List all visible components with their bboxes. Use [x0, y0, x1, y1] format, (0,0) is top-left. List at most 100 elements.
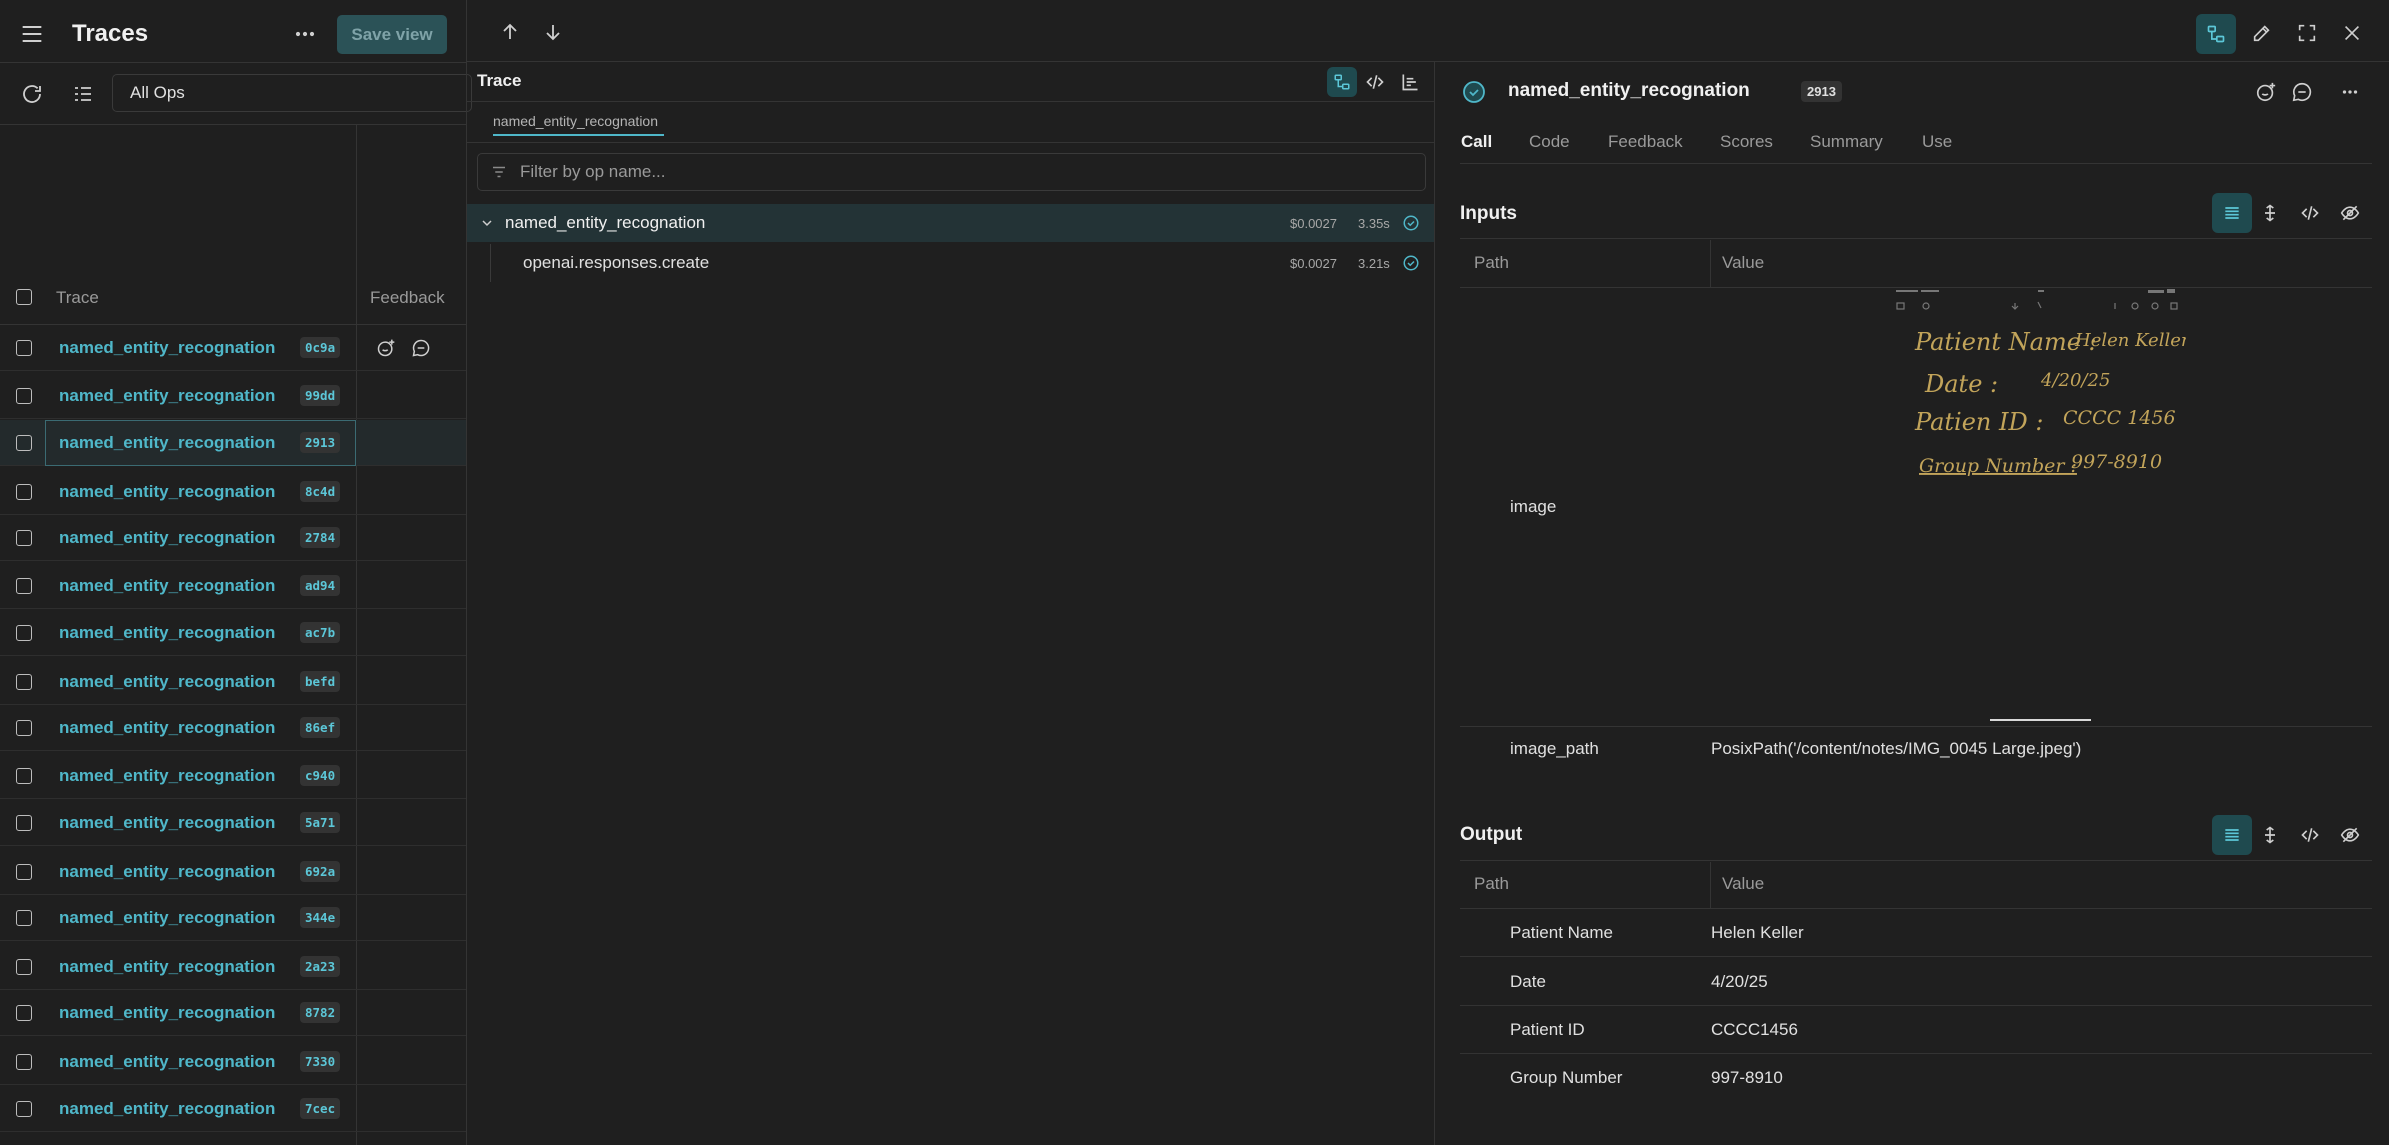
trace-name-link[interactable]: named_entity_recognation [59, 1052, 275, 1072]
more-options-icon[interactable] [2338, 81, 2362, 103]
trace-name-link[interactable]: named_entity_recognation [59, 386, 275, 406]
row-checkbox[interactable] [16, 434, 32, 451]
tab-feedback[interactable]: Feedback [1608, 132, 1683, 152]
tree-view-icon[interactable] [1327, 67, 1357, 97]
tab-use[interactable]: Use [1922, 132, 1952, 152]
columns-icon[interactable] [71, 82, 95, 106]
trace-id-badge: c940 [300, 765, 341, 786]
op-name-filter[interactable]: Filter by op name... [477, 153, 1426, 191]
tree-row-root[interactable]: named_entity_recognation $0.0027 3.35s [467, 204, 1435, 242]
trace-name-link[interactable]: named_entity_recognation [59, 718, 275, 738]
trace-name-link[interactable]: named_entity_recognation [59, 1099, 275, 1119]
row-checkbox[interactable] [16, 339, 32, 356]
table-row[interactable]: named_entity_recognation 2784 [0, 515, 466, 561]
table-row[interactable]: named_entity_recognation 2a23 [0, 944, 466, 990]
tab-scores[interactable]: Scores [1720, 132, 1773, 152]
table-row[interactable]: named_entity_recognation 7cec [0, 1086, 466, 1132]
row-checkbox[interactable] [16, 673, 32, 690]
hide-icon[interactable] [2340, 203, 2360, 223]
trace-name-link[interactable]: named_entity_recognation [59, 1003, 275, 1023]
table-row[interactable]: named_entity_recognation 344e [0, 895, 466, 941]
edit-icon[interactable] [2251, 22, 2273, 44]
row-checkbox[interactable] [16, 483, 32, 500]
tree-layout-icon[interactable] [2196, 14, 2236, 54]
trace-name-link[interactable]: named_entity_recognation [59, 482, 275, 502]
page-title: Traces [72, 20, 149, 47]
trace-name-link[interactable]: named_entity_recognation [59, 433, 275, 453]
output-row: Patient Name Helen Keller [1460, 909, 2372, 957]
close-icon[interactable] [2341, 22, 2363, 44]
save-view-button[interactable]: Save view [337, 15, 447, 54]
hw-line4-value: 997-8910 [2071, 451, 2162, 473]
list-view-icon[interactable] [2212, 815, 2252, 855]
trace-name-link[interactable]: named_entity_recognation [59, 672, 275, 692]
trace-name-link[interactable]: named_entity_recognation [59, 576, 275, 596]
trace-name-link[interactable]: named_entity_recognation [59, 908, 275, 928]
table-row[interactable]: named_entity_recognation 8782 [0, 990, 466, 1036]
row-checkbox[interactable] [16, 1100, 32, 1117]
add-reaction-icon[interactable] [376, 338, 396, 358]
trace-name-link[interactable]: named_entity_recognation [59, 766, 275, 786]
comment-icon[interactable] [2291, 81, 2313, 103]
trace-name-link[interactable]: named_entity_recognation [59, 338, 275, 358]
image-scroll-indicator[interactable] [1990, 719, 2091, 721]
add-score-icon[interactable] [2255, 81, 2277, 103]
comment-icon[interactable] [411, 338, 431, 358]
code-view-icon[interactable] [1365, 72, 1385, 92]
row-checkbox[interactable] [16, 719, 32, 736]
input-image[interactable]: Patient Name : Helen Keller Date : 4/20/… [1893, 288, 2186, 720]
timeline-view-icon[interactable] [1400, 72, 1420, 92]
fullscreen-icon[interactable] [2296, 22, 2318, 44]
tab-summary[interactable]: Summary [1810, 132, 1883, 152]
row-checkbox[interactable] [16, 863, 32, 880]
op-filter-select[interactable]: All Ops [112, 74, 472, 112]
feedback-column-header[interactable]: Feedback [370, 288, 445, 308]
table-row[interactable]: named_entity_recognation 5a71 [0, 800, 466, 846]
refresh-icon[interactable] [20, 82, 44, 106]
row-checkbox[interactable] [16, 1053, 32, 1070]
trace-name-link[interactable]: named_entity_recognation [59, 813, 275, 833]
table-row[interactable]: named_entity_recognation 99dd [0, 373, 466, 419]
row-checkbox[interactable] [16, 767, 32, 784]
code-icon[interactable] [2300, 203, 2320, 223]
chevron-down-icon[interactable] [479, 215, 495, 231]
more-options-icon[interactable] [290, 20, 320, 48]
row-checkbox[interactable] [16, 387, 32, 404]
row-checkbox[interactable] [16, 1004, 32, 1021]
table-row[interactable]: named_entity_recognation 0c9a [0, 325, 466, 371]
expand-icon[interactable] [2260, 825, 2280, 845]
list-view-icon[interactable] [2212, 193, 2252, 233]
row-checkbox[interactable] [16, 577, 32, 594]
breadcrumb[interactable]: named_entity_recognation [493, 113, 658, 129]
table-row[interactable]: named_entity_recognation befd [0, 659, 466, 705]
hide-icon[interactable] [2340, 825, 2360, 845]
row-checkbox[interactable] [16, 624, 32, 641]
table-row[interactable]: named_entity_recognation ad94 [0, 563, 466, 609]
row-checkbox[interactable] [16, 958, 32, 975]
table-row[interactable]: named_entity_recognation 8c4d [0, 469, 466, 515]
trace-column-header[interactable]: Trace [56, 288, 99, 308]
row-checkbox[interactable] [16, 909, 32, 926]
trace-name-link[interactable]: named_entity_recognation [59, 528, 275, 548]
trace-name-link[interactable]: named_entity_recognation [59, 623, 275, 643]
arrow-down-icon[interactable] [541, 20, 565, 44]
tab-code[interactable]: Code [1529, 132, 1570, 152]
table-row[interactable]: named_entity_recognation c940 [0, 753, 466, 799]
row-checkbox[interactable] [16, 529, 32, 546]
select-all-checkbox[interactable] [16, 289, 32, 305]
expand-icon[interactable] [2260, 203, 2280, 223]
trace-name-link[interactable]: named_entity_recognation [59, 862, 275, 882]
table-row[interactable]: named_entity_recognation 86ef [0, 705, 466, 751]
table-row[interactable]: named_entity_recognation 692a [0, 849, 466, 895]
code-icon[interactable] [2300, 825, 2320, 845]
menu-icon[interactable] [18, 20, 46, 48]
table-row[interactable]: named_entity_recognation 2913 [0, 420, 466, 466]
arrow-up-icon[interactable] [498, 20, 522, 44]
tab-call[interactable]: Call [1461, 132, 1492, 152]
op-name-filter-placeholder: Filter by op name... [520, 162, 666, 181]
table-row[interactable]: named_entity_recognation 7330 [0, 1039, 466, 1085]
tree-row-child[interactable]: openai.responses.create $0.0027 3.21s [467, 244, 1435, 282]
row-checkbox[interactable] [16, 814, 32, 831]
trace-name-link[interactable]: named_entity_recognation [59, 957, 275, 977]
table-row[interactable]: named_entity_recognation ac7b [0, 610, 466, 656]
